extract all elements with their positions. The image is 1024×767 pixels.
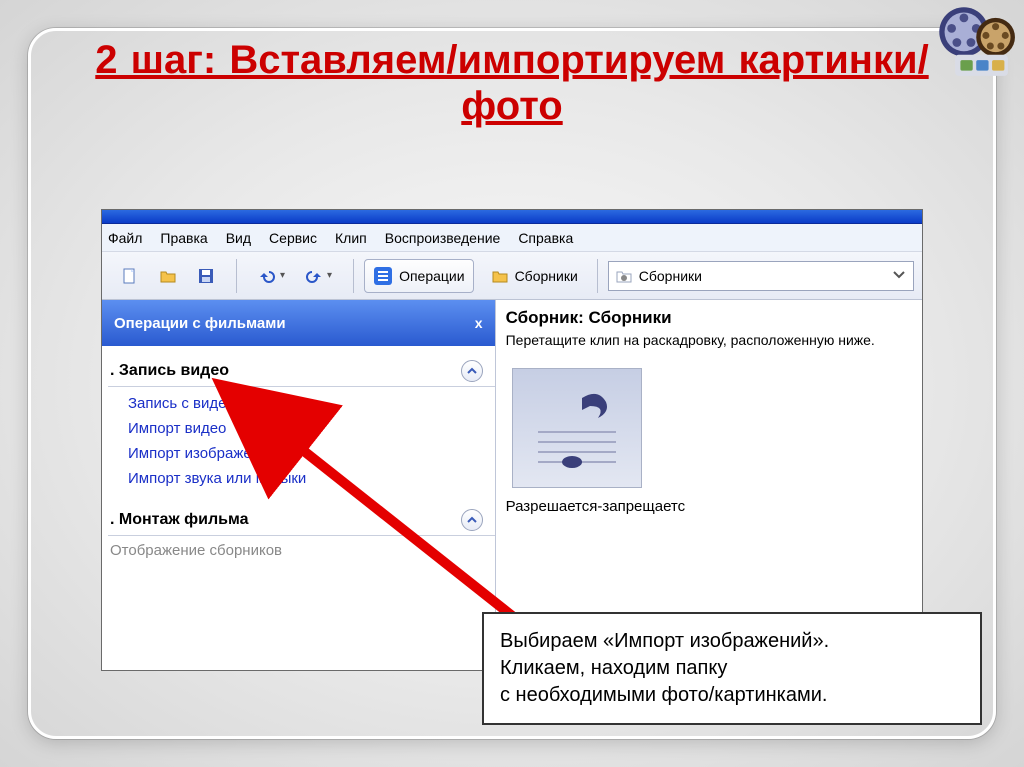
clip-caption: Разрешается-запрещаетс xyxy=(496,498,922,515)
undo-icon xyxy=(258,267,276,285)
instruction-callout: Выбираем «Импорт изображений». Кликаем, … xyxy=(482,612,982,725)
folder-movie-icon xyxy=(615,267,633,285)
menu-playback[interactable]: Воспроизведение xyxy=(385,230,501,246)
chevron-down-icon xyxy=(891,266,907,285)
collapse-icon[interactable] xyxy=(461,509,483,531)
tasks-pane: Операции с фильмами x . Запись видео Зап… xyxy=(102,300,496,670)
menu-help[interactable]: Справка xyxy=(518,230,573,246)
tasks-pane-title: Операции с фильмами xyxy=(114,315,286,332)
menu-edit[interactable]: Правка xyxy=(160,230,207,246)
folder-icon xyxy=(491,267,509,285)
new-file-icon xyxy=(121,267,139,285)
music-note-icon xyxy=(532,378,622,478)
link-capture-device[interactable]: Запись с видеоустройства xyxy=(128,395,495,412)
collapse-icon[interactable] xyxy=(461,360,483,382)
save-icon xyxy=(197,267,215,285)
moviemaker-logo-icon xyxy=(934,2,1022,90)
menu-bar: Файл Правка Вид Сервис Клип Воспроизведе… xyxy=(102,224,922,252)
save-button[interactable] xyxy=(190,261,222,291)
open-button[interactable] xyxy=(152,261,184,291)
tasks-pane-close[interactable]: x xyxy=(475,315,483,331)
collections-combo[interactable]: Сборники xyxy=(608,261,914,291)
slide-title: 2 шаг: Вставляем/импортируем картинки/фо… xyxy=(31,31,993,139)
link-import-audio[interactable]: Импорт звука или музыки xyxy=(128,470,495,487)
callout-line-3: с необходимыми фото/картинками. xyxy=(500,682,964,709)
folder-open-icon xyxy=(159,267,177,285)
collection-title: Сборник: Сборники xyxy=(506,308,912,328)
menu-file[interactable]: Файл xyxy=(108,230,142,246)
list-icon xyxy=(373,266,393,286)
redo-icon xyxy=(305,267,323,285)
toolbar: ▾ ▾ Операции Сборники Сборники xyxy=(102,252,922,300)
redo-button[interactable]: ▾ xyxy=(298,261,339,291)
collections-button[interactable]: Сборники xyxy=(482,259,587,293)
screenshot-window: Файл Правка Вид Сервис Клип Воспроизведе… xyxy=(101,209,923,671)
callout-line-2: Кликаем, находим папку xyxy=(500,655,964,682)
operations-label: Операции xyxy=(399,268,465,284)
task-section-capture[interactable]: . Запись видео xyxy=(108,356,495,387)
callout-line-1: Выбираем «Импорт изображений». xyxy=(500,628,964,655)
tasks-pane-header: Операции с фильмами x xyxy=(102,300,495,346)
collections-combo-value: Сборники xyxy=(639,268,702,284)
link-import-video[interactable]: Импорт видео xyxy=(128,420,495,437)
link-import-images[interactable]: Импорт изображений xyxy=(128,445,495,462)
undo-button[interactable]: ▾ xyxy=(251,261,292,291)
operations-button[interactable]: Операции xyxy=(364,259,474,293)
menu-service[interactable]: Сервис xyxy=(269,230,317,246)
link-show-collections[interactable]: Отображение сборников xyxy=(108,536,495,563)
new-button[interactable] xyxy=(114,261,146,291)
menu-view[interactable]: Вид xyxy=(226,230,251,246)
menu-clip[interactable]: Клип xyxy=(335,230,367,246)
collection-hint: Перетащите клип на раскадровку, располож… xyxy=(506,332,912,348)
clip-thumbnail[interactable] xyxy=(512,368,642,488)
collections-label: Сборники xyxy=(515,268,578,284)
task-section-edit[interactable]: . Монтаж фильма xyxy=(108,505,495,536)
window-titlebar xyxy=(102,210,922,224)
